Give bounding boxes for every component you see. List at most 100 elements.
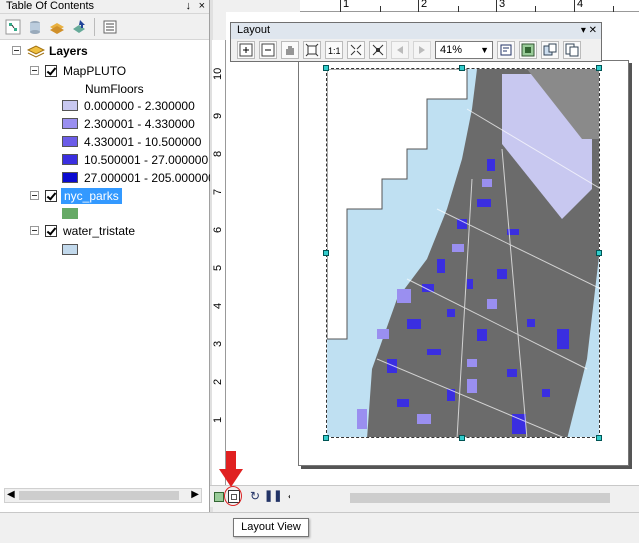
- ruler-label: 2: [212, 378, 224, 385]
- legend-class-row[interactable]: [62, 205, 78, 222]
- layers-icon: [27, 44, 45, 58]
- list-by-visibility-icon[interactable]: [48, 18, 66, 36]
- legend-label: 10.500001 - 27.000000: [84, 152, 209, 167]
- ruler-label: 7: [212, 188, 224, 195]
- legend-class-row[interactable]: 0.000000 - 2.300000: [62, 97, 195, 114]
- selection-handle[interactable]: [596, 435, 602, 441]
- layer-visibility-checkbox[interactable]: [45, 189, 57, 202]
- toggle-draft-mode-icon[interactable]: [497, 41, 515, 59]
- toc-title: Table Of Contents: [6, 0, 95, 12]
- pause-drawing-icon[interactable]: ❚❚: [264, 489, 282, 502]
- layer-row-nyc-parks[interactable]: nyc_parks: [30, 187, 122, 204]
- selection-handle[interactable]: [459, 435, 465, 441]
- refresh-icon[interactable]: ↻: [250, 489, 260, 503]
- focus-data-frame-icon[interactable]: [519, 41, 537, 59]
- list-by-source-icon[interactable]: [26, 18, 44, 36]
- data-view-icon[interactable]: [214, 492, 224, 502]
- collapse-icon[interactable]: [30, 66, 39, 75]
- selection-handle[interactable]: [323, 65, 329, 71]
- legend-class-row[interactable]: 27.000001 - 205.000000: [62, 169, 215, 186]
- data-frame-map[interactable]: [326, 68, 600, 438]
- layer-row-water-tristate[interactable]: water_tristate: [30, 222, 135, 239]
- list-by-drawing-order-icon[interactable]: [4, 18, 22, 36]
- ruler-label: 4: [577, 0, 584, 10]
- toc-title-bar: Table Of Contents ↓ ×: [0, 0, 209, 14]
- selection-handle[interactable]: [596, 65, 602, 71]
- zoom-100-percent-icon[interactable]: 1:1: [325, 41, 343, 59]
- highlight-circle-annotation: [224, 486, 242, 506]
- options-icon[interactable]: [101, 18, 119, 36]
- zoom-out-icon[interactable]: [259, 41, 277, 59]
- zoom-level-select[interactable]: 41% ▼: [435, 41, 493, 59]
- legend-class-row[interactable]: 2.300001 - 4.330000: [62, 115, 195, 132]
- table-of-contents-panel: Table Of Contents ↓ × Layers MapPLUTO Nu…: [0, 0, 215, 512]
- legend-label: 4.330001 - 10.500000: [84, 134, 202, 149]
- legend-swatch: [62, 244, 78, 255]
- layout-toolbar: 1:1 41% ▼: [231, 39, 601, 61]
- toolbar-menu-close-icon[interactable]: ▾ ✕: [581, 23, 597, 38]
- legend-class-row[interactable]: [62, 241, 78, 258]
- selection-handle[interactable]: [459, 65, 465, 71]
- horizontal-ruler: 1 2 3 4: [300, 0, 639, 12]
- legend-label: 27.000001 - 205.000000: [84, 170, 215, 185]
- legend-label: 2.300001 - 4.330000: [84, 116, 195, 131]
- legend-swatch: [62, 208, 78, 219]
- red-arrow-annotation: [219, 451, 243, 487]
- legend-swatch: [62, 118, 78, 129]
- ruler-label: 1: [212, 416, 224, 423]
- layer-name: MapPLUTO: [63, 63, 127, 78]
- selection-handle[interactable]: [596, 250, 602, 256]
- scroll-right-icon[interactable]: ▶: [191, 489, 199, 500]
- layout-toolbar-title: Layout: [237, 24, 271, 36]
- pan-icon[interactable]: [281, 41, 299, 59]
- data-driven-pages-icon[interactable]: [563, 41, 581, 59]
- zoom-level-value: 41%: [440, 44, 463, 56]
- ruler-label: 2: [421, 0, 428, 10]
- collapse-icon[interactable]: [30, 191, 39, 200]
- vertical-ruler: 10 9 8 7 6 5 4 3 2 1: [212, 40, 226, 485]
- layer-name: water_tristate: [63, 223, 136, 238]
- manhattan-map: [327, 69, 599, 437]
- toc-horizontal-scrollbar[interactable]: ◀ ▶: [4, 488, 202, 503]
- ruler-label: 6: [212, 226, 224, 233]
- layer-visibility-checkbox[interactable]: [45, 64, 57, 77]
- collapse-icon[interactable]: [30, 226, 39, 235]
- fixed-zoom-in-icon[interactable]: [347, 41, 365, 59]
- change-layout-icon[interactable]: [541, 41, 559, 59]
- ruler-label: 10: [212, 67, 224, 80]
- layer-visibility-checkbox[interactable]: [45, 224, 57, 237]
- scroll-thumb[interactable]: [350, 493, 610, 503]
- field-label: NumFloors: [85, 80, 144, 97]
- ruler-label: 3: [212, 340, 224, 347]
- ruler-label: 8: [212, 150, 224, 157]
- close-icon[interactable]: ×: [199, 0, 205, 12]
- go-forward-extent-icon[interactable]: [413, 41, 431, 59]
- ruler-label: 1: [343, 0, 350, 10]
- chevron-down-icon[interactable]: ▼: [480, 42, 489, 58]
- zoom-whole-page-icon[interactable]: [303, 41, 321, 59]
- layout-toolbar-title-bar[interactable]: Layout ▾ ✕: [231, 23, 601, 39]
- ruler-label: 5: [212, 264, 224, 271]
- legend-class-row[interactable]: 10.500001 - 27.000000: [62, 151, 208, 168]
- layers-label: Layers: [49, 43, 88, 58]
- ruler-label: 4: [212, 302, 224, 309]
- pin-icon[interactable]: ↓: [186, 0, 192, 12]
- selection-handle[interactable]: [323, 250, 329, 256]
- zoom-in-icon[interactable]: [237, 41, 255, 59]
- layout-view-tooltip: Layout View: [233, 518, 309, 537]
- legend-label: 0.000000 - 2.300000: [84, 98, 195, 113]
- go-back-extent-icon[interactable]: [391, 41, 409, 59]
- layers-group-row[interactable]: Layers: [12, 42, 88, 59]
- selection-handle[interactable]: [323, 435, 329, 441]
- layout-toolbar-window[interactable]: Layout ▾ ✕ 1:1 41% ▼: [230, 22, 602, 62]
- layer-row-mappluto[interactable]: MapPLUTO: [30, 62, 126, 79]
- fixed-zoom-out-icon[interactable]: [369, 41, 387, 59]
- scroll-thumb[interactable]: [19, 491, 179, 500]
- collapse-icon[interactable]: [12, 46, 21, 55]
- legend-swatch: [62, 172, 78, 183]
- ruler-label: 9: [212, 112, 224, 119]
- legend-class-row[interactable]: 4.330001 - 10.500000: [62, 133, 201, 150]
- canvas-horizontal-scrollbar[interactable]: [290, 491, 639, 505]
- scroll-left-icon[interactable]: ◀: [7, 489, 15, 500]
- list-by-selection-icon[interactable]: [70, 18, 88, 36]
